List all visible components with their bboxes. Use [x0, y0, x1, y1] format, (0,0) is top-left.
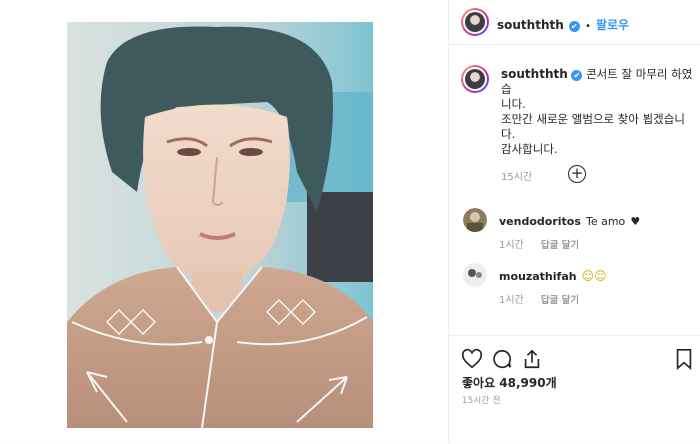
caption-text-4: 다.: [501, 127, 516, 141]
heart-emoji: ♥: [630, 215, 641, 228]
comment-avatar[interactable]: [463, 208, 487, 232]
post-container: souththth ✔ • 팔로우 souththth ✔ 콘서트 잘 마무리 …: [0, 0, 700, 443]
caption-verified-icon: ✔: [571, 70, 583, 81]
caption-time[interactable]: 15시간: [501, 168, 697, 183]
header-separator: •: [584, 21, 591, 32]
likes-count[interactable]: 좋아요 48,990개: [462, 374, 557, 391]
comment-username[interactable]: mouzathifah: [499, 270, 577, 283]
comments-section: souththth ✔ 콘서트 잘 마무리 하였습 니다. 조만간 새로운 앨범…: [449, 45, 700, 335]
caption-text-2: 니다.: [501, 97, 526, 111]
caption-text-5: 감사합니다.: [501, 142, 558, 156]
reply-button[interactable]: 답글 달기: [541, 240, 579, 251]
author-avatar[interactable]: [461, 8, 489, 36]
comment-username[interactable]: vendodoritos: [499, 215, 581, 228]
comment-text: Te amo: [585, 215, 626, 228]
post-timestamp[interactable]: 15시간 전: [462, 394, 501, 406]
smile-emoji: ☺☺: [581, 269, 607, 283]
header-text: souththth ✔ • 팔로우: [497, 14, 629, 33]
comment-time[interactable]: 1시간: [499, 295, 524, 306]
caption-text-3: 조만간 새로운 앨범으로 찾아 뵙겠습니: [501, 112, 685, 126]
post-photo[interactable]: [67, 22, 373, 428]
comment-row-1: vendodoritos Te amo ♥: [499, 210, 640, 229]
caption-username[interactable]: souththth: [501, 67, 568, 81]
bookmark-icon[interactable]: [674, 348, 694, 370]
heart-icon[interactable]: [461, 348, 483, 370]
reply-button[interactable]: 답글 달기: [541, 295, 579, 306]
share-icon[interactable]: [521, 348, 543, 370]
caption: souththth ✔ 콘서트 잘 마무리 하였습 니다. 조만간 새로운 앨범…: [501, 67, 697, 183]
comment-icon[interactable]: [491, 348, 513, 370]
follow-button[interactable]: 팔로우: [596, 18, 629, 32]
caption-line-1: souththth ✔ 콘서트 잘 마무리 하였습: [501, 67, 697, 97]
plus-circle-icon: +: [570, 164, 584, 182]
photo-illustration: [67, 22, 373, 428]
comment-meta-1: 1시간 답글 달기: [499, 233, 579, 252]
load-more-comments-button[interactable]: +: [568, 165, 586, 183]
comment-row-2: mouzathifah ☺☺: [499, 265, 607, 284]
post-sidebar: souththth ✔ • 팔로우 souththth ✔ 콘서트 잘 마무리 …: [449, 0, 700, 443]
comment-avatar[interactable]: [463, 263, 487, 287]
media-column: [0, 0, 448, 443]
post-header: souththth ✔ • 팔로우: [449, 0, 700, 45]
author-username[interactable]: souththth: [497, 18, 564, 32]
caption-author-avatar[interactable]: [461, 65, 489, 93]
comment-time[interactable]: 1시간: [499, 240, 524, 251]
comment-meta-2: 1시간 답글 달기: [499, 288, 579, 307]
post-actions: 좋아요 48,990개 15시간 전: [449, 335, 700, 444]
verified-badge-icon: ✔: [568, 21, 580, 32]
